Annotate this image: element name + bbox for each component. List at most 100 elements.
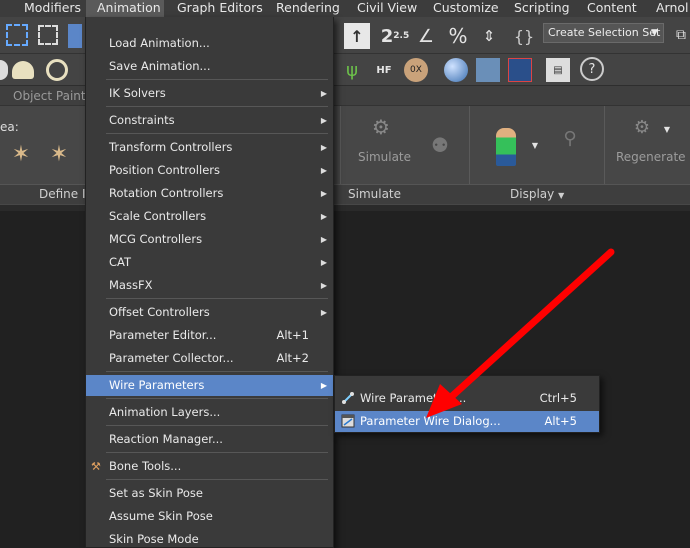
menu-item-label: Position Controllers bbox=[109, 163, 220, 177]
menu-rendering[interactable]: Rendering bbox=[276, 0, 340, 17]
menu-separator bbox=[106, 452, 328, 453]
document-icon[interactable]: ▤ bbox=[546, 58, 570, 82]
menu-separator bbox=[106, 479, 328, 480]
simulate-button[interactable]: Simulate bbox=[358, 150, 411, 164]
regenerate-button[interactable]: Regenerate bbox=[616, 150, 686, 164]
select-region-icon[interactable] bbox=[6, 24, 28, 46]
panel-display-label[interactable]: Display ▼ bbox=[510, 187, 564, 201]
crowd-delete-icon[interactable]: ⚉ bbox=[425, 130, 455, 160]
menu-item-label: Assume Skin Pose bbox=[109, 509, 213, 523]
snap-toggle-icon[interactable]: 2 2.5 bbox=[381, 22, 409, 50]
menu-item-label: Offset Controllers bbox=[109, 305, 210, 319]
menu-separator bbox=[106, 106, 328, 107]
menu-item-massfx[interactable]: MassFX ▶ bbox=[86, 275, 333, 296]
menu-arnold[interactable]: Arnol bbox=[656, 0, 689, 17]
render-frame-icon[interactable] bbox=[508, 58, 532, 82]
menu-separator bbox=[106, 79, 328, 80]
chevron-down-icon: ▼ bbox=[558, 191, 565, 200]
submenu-arrow-icon: ▶ bbox=[320, 212, 327, 221]
submenu-arrow-icon: ▶ bbox=[320, 308, 327, 317]
menu-item-label: Parameter Collector... bbox=[109, 351, 234, 365]
menu-item-constraints[interactable]: Constraints ▶ bbox=[86, 110, 333, 131]
submenu-arrow-icon: ▶ bbox=[320, 166, 327, 175]
menu-item-label: Wire Parameters... bbox=[360, 391, 467, 405]
hemisphere-icon[interactable] bbox=[12, 61, 34, 79]
menu-item-reaction-manager[interactable]: Reaction Manager... bbox=[86, 429, 333, 450]
menu-item-skin-pose-mode[interactable]: Skin Pose Mode bbox=[86, 529, 333, 548]
menu-item-ik-solvers[interactable]: IK Solvers ▶ bbox=[86, 83, 333, 104]
biped-spark-icon[interactable]: ✶ bbox=[6, 136, 36, 172]
menu-item-parameter-collector[interactable]: Parameter Collector... Alt+2 bbox=[86, 348, 333, 369]
menu-item-label: Parameter Editor... bbox=[109, 328, 217, 342]
menu-item-bone-tools[interactable]: ⚒ Bone Tools... bbox=[86, 456, 333, 477]
move-icon[interactable] bbox=[68, 24, 82, 48]
menu-civil-view[interactable]: Civil View bbox=[357, 0, 417, 17]
submenu-arrow-icon: ▶ bbox=[320, 143, 327, 152]
menu-item-parameter-wire-dialog[interactable]: Parameter Wire Dialog... Alt+5 bbox=[335, 411, 599, 432]
menu-separator bbox=[106, 398, 328, 399]
menu-item-transform-controllers[interactable]: Transform Controllers ▶ bbox=[86, 137, 333, 158]
mirror-icon[interactable]: ⧉ bbox=[672, 23, 690, 47]
selection-set-value: Create Selection Set bbox=[548, 26, 661, 39]
chevron-down-icon[interactable]: ▼ bbox=[530, 140, 540, 150]
menu-separator bbox=[106, 425, 328, 426]
menu-scripting[interactable]: Scripting bbox=[514, 0, 570, 17]
menu-item-label: Animation Layers... bbox=[109, 405, 221, 419]
menu-animation[interactable]: Animation bbox=[86, 0, 164, 17]
menu-item-wire-parameters[interactable]: Wire Parameters ▶ bbox=[86, 375, 333, 396]
named-selection-icon[interactable]: {} bbox=[512, 24, 536, 48]
menu-graph-editors[interactable]: Graph Editors bbox=[177, 0, 263, 17]
menu-item-mcg-controllers[interactable]: MCG Controllers ▶ bbox=[86, 229, 333, 250]
submenu-arrow-icon: ▶ bbox=[320, 281, 327, 290]
hair-fur-icon[interactable]: HF bbox=[372, 58, 396, 82]
menu-item-label: MCG Controllers bbox=[109, 232, 203, 246]
menu-item-wire-parameters-action[interactable]: Wire Parameters... Ctrl+5 bbox=[335, 388, 599, 409]
menu-item-label: Load Animation... bbox=[109, 36, 210, 50]
menu-customize[interactable]: Customize bbox=[433, 0, 499, 17]
menu-item-label: Bone Tools... bbox=[109, 459, 182, 473]
ring-icon[interactable] bbox=[46, 59, 68, 81]
regenerate-icon[interactable]: ⚙ bbox=[628, 112, 656, 142]
animation-menu: Load Animation... Save Animation... IK S… bbox=[85, 17, 334, 548]
fur-sphere-icon[interactable]: 0X bbox=[404, 58, 428, 82]
menu-item-save-animation[interactable]: Save Animation... bbox=[86, 56, 333, 77]
character-icon[interactable] bbox=[496, 128, 516, 166]
tab-object-paint[interactable]: Object Paint bbox=[13, 89, 86, 103]
panel-simulate-label[interactable]: Simulate bbox=[348, 187, 401, 201]
menu-modifiers[interactable]: Modifiers bbox=[24, 0, 81, 17]
menu-item-shortcut: Alt+1 bbox=[276, 328, 309, 342]
window-crossing-icon[interactable] bbox=[38, 25, 58, 45]
hair-grass-icon[interactable]: ψ bbox=[340, 58, 364, 82]
submenu-arrow-icon: ▶ bbox=[320, 235, 327, 244]
menu-item-label: Transform Controllers bbox=[109, 140, 233, 154]
menu-item-offset-controllers[interactable]: Offset Controllers ▶ bbox=[86, 302, 333, 323]
render-setup-icon[interactable] bbox=[476, 58, 500, 82]
menu-item-set-skin-pose[interactable]: Set as Skin Pose bbox=[86, 483, 333, 504]
biped-spark-icon-2[interactable]: ✶ bbox=[44, 136, 74, 172]
menu-separator bbox=[106, 133, 328, 134]
menu-item-rotation-controllers[interactable]: Rotation Controllers ▶ bbox=[86, 183, 333, 204]
wire-dialog-icon bbox=[341, 414, 355, 428]
simulate-icon[interactable]: ⚙ bbox=[366, 112, 396, 142]
menu-item-position-controllers[interactable]: Position Controllers ▶ bbox=[86, 160, 333, 181]
menu-content[interactable]: Content bbox=[587, 0, 637, 17]
create-selection-set-dropdown[interactable]: Create Selection Set ▼ bbox=[543, 23, 664, 43]
menu-item-assume-skin-pose[interactable]: Assume Skin Pose bbox=[86, 506, 333, 527]
menu-item-animation-layers[interactable]: Animation Layers... bbox=[86, 402, 333, 423]
menu-item-cat[interactable]: CAT ▶ bbox=[86, 252, 333, 273]
percent-snap-icon[interactable]: % bbox=[446, 24, 470, 48]
material-sphere-icon[interactable] bbox=[444, 58, 468, 82]
menu-bar: Modifiers Animation Graph Editors Render… bbox=[0, 0, 690, 17]
menu-item-label: Skin Pose Mode bbox=[109, 532, 199, 546]
spinner-snap-icon[interactable]: ⇕ bbox=[478, 24, 500, 48]
menu-item-load-animation[interactable]: Load Animation... bbox=[86, 33, 333, 54]
menu-item-scale-controllers[interactable]: Scale Controllers ▶ bbox=[86, 206, 333, 227]
wire-parameters-submenu: Wire Parameters... Ctrl+5 Parameter Wire… bbox=[334, 375, 600, 433]
angle-snap-icon[interactable]: ∠ bbox=[414, 24, 438, 48]
help-icon[interactable]: ? bbox=[580, 57, 604, 81]
menu-item-label: Set as Skin Pose bbox=[109, 486, 203, 500]
chevron-down-icon-2[interactable]: ▼ bbox=[662, 124, 672, 134]
menu-item-label: Save Animation... bbox=[109, 59, 211, 73]
menu-item-parameter-editor[interactable]: Parameter Editor... Alt+1 bbox=[86, 325, 333, 346]
select-and-link-icon[interactable]: ↑ bbox=[344, 23, 370, 49]
